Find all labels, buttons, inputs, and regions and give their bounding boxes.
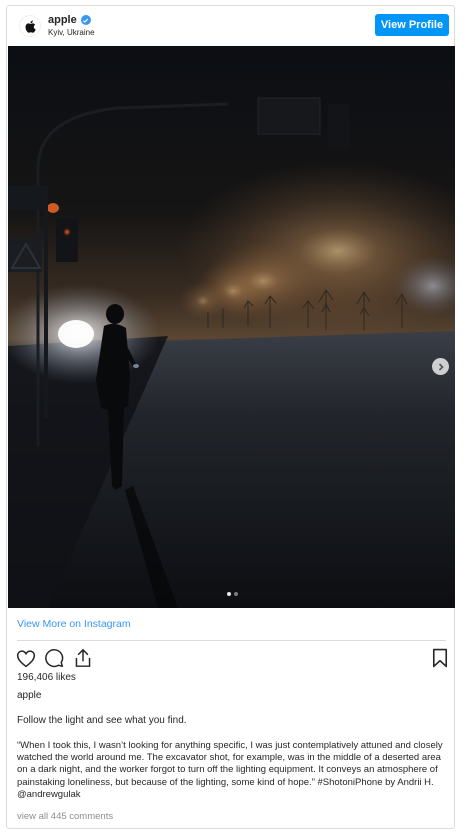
save-button[interactable] <box>429 647 451 669</box>
bookmark-icon <box>432 648 448 668</box>
instagram-embed-card: apple Kyiv, Ukraine View Profile View Mo… <box>6 5 455 829</box>
carousel-dot-2 <box>234 592 238 596</box>
likes-count[interactable]: 196,406 likes <box>17 672 76 683</box>
chevron-right-icon <box>438 362 444 371</box>
caption-username[interactable]: apple <box>17 690 41 701</box>
location[interactable]: Kyiv, Ukraine <box>48 28 95 37</box>
share-icon <box>75 648 91 667</box>
view-profile-button[interactable]: View Profile <box>375 14 449 36</box>
carousel-indicator <box>227 592 238 596</box>
comment-icon <box>45 649 64 668</box>
like-button[interactable] <box>15 647 37 669</box>
caption-short: Follow the light and see what you find. <box>17 715 187 726</box>
username[interactable]: apple <box>48 14 77 26</box>
divider <box>17 640 446 641</box>
apple-logo-icon <box>25 20 36 33</box>
avatar[interactable] <box>19 15 41 37</box>
username-row: apple <box>48 14 91 26</box>
post-header: apple Kyiv, Ukraine View Profile <box>7 6 454 46</box>
heart-icon <box>16 649 36 667</box>
comment-button[interactable] <box>43 647 65 669</box>
carousel-dot-1 <box>227 592 231 596</box>
share-button[interactable] <box>72 647 94 669</box>
view-comments-link[interactable]: view all 445 comments <box>17 811 113 822</box>
next-photo-button[interactable] <box>432 358 449 375</box>
caption-long: “When I took this, I wasn’t looking for … <box>17 740 443 800</box>
post-photo[interactable] <box>8 46 455 608</box>
view-more-link[interactable]: View More on Instagram <box>17 618 131 630</box>
action-bar <box>15 647 451 671</box>
verified-badge-icon <box>80 15 91 25</box>
